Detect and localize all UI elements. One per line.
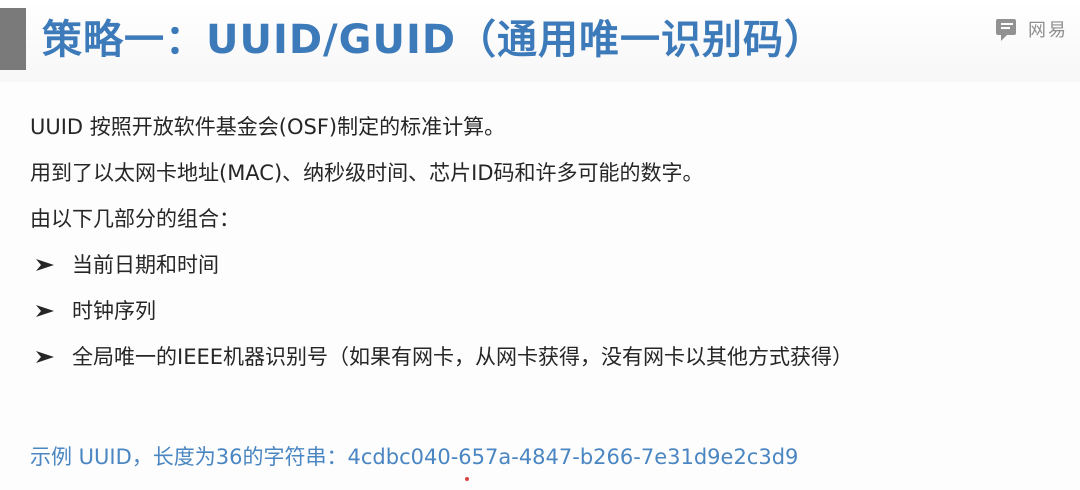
body-line: UUID 按照开放软件基金会(OSF)制定的标准计算。: [30, 115, 506, 139]
title-accent-bar: [0, 8, 26, 70]
title-bar: 策略一：UUID/GUID（通用唯一识别码） 网易: [0, 0, 1080, 82]
example-uuid-value: 4cdbc040-657a-4847-b266-7e31d9e2c3d9: [347, 445, 799, 469]
arrowhead-bullet-icon: [36, 305, 54, 317]
pointer-dot: [465, 477, 469, 481]
body-line: 由以下几部分的组合：: [30, 207, 240, 231]
bullet-text: 时钟序列: [72, 299, 156, 323]
body-line: 用到了以太网卡地址(MAC)、纳秒级时间、芯片ID码和许多可能的数字。: [30, 161, 704, 185]
chat-bubble-icon: [996, 19, 1016, 41]
bullet-text: 当前日期和时间: [72, 253, 219, 277]
page-title: 策略一：UUID/GUID（通用唯一识别码）: [42, 17, 826, 63]
bullet-item: 全局唯一的IEEE机器识别号（如果有网卡，从网卡获得，没有网卡以其他方式获得）: [30, 334, 1060, 380]
bullet-item: 当前日期和时间: [30, 242, 1060, 288]
arrowhead-bullet-icon: [36, 351, 54, 363]
netease-logo: 网易: [995, 16, 1068, 42]
logo-text: 网易: [1028, 20, 1068, 41]
bullet-text: 全局唯一的IEEE机器识别号（如果有网卡，从网卡获得，没有网卡以其他方式获得）: [72, 345, 853, 369]
content-body: UUID 按照开放软件基金会(OSF)制定的标准计算。 用到了以太网卡地址(MA…: [30, 104, 1060, 380]
arrowhead-bullet-icon: [36, 259, 54, 271]
example-label: 示例 UUID，长度为36的字符串：: [30, 445, 348, 469]
uuid-example: 示例 UUID，长度为36的字符串：4cdbc040-657a-4847-b26…: [30, 434, 798, 480]
bullet-item: 时钟序列: [30, 288, 1060, 334]
